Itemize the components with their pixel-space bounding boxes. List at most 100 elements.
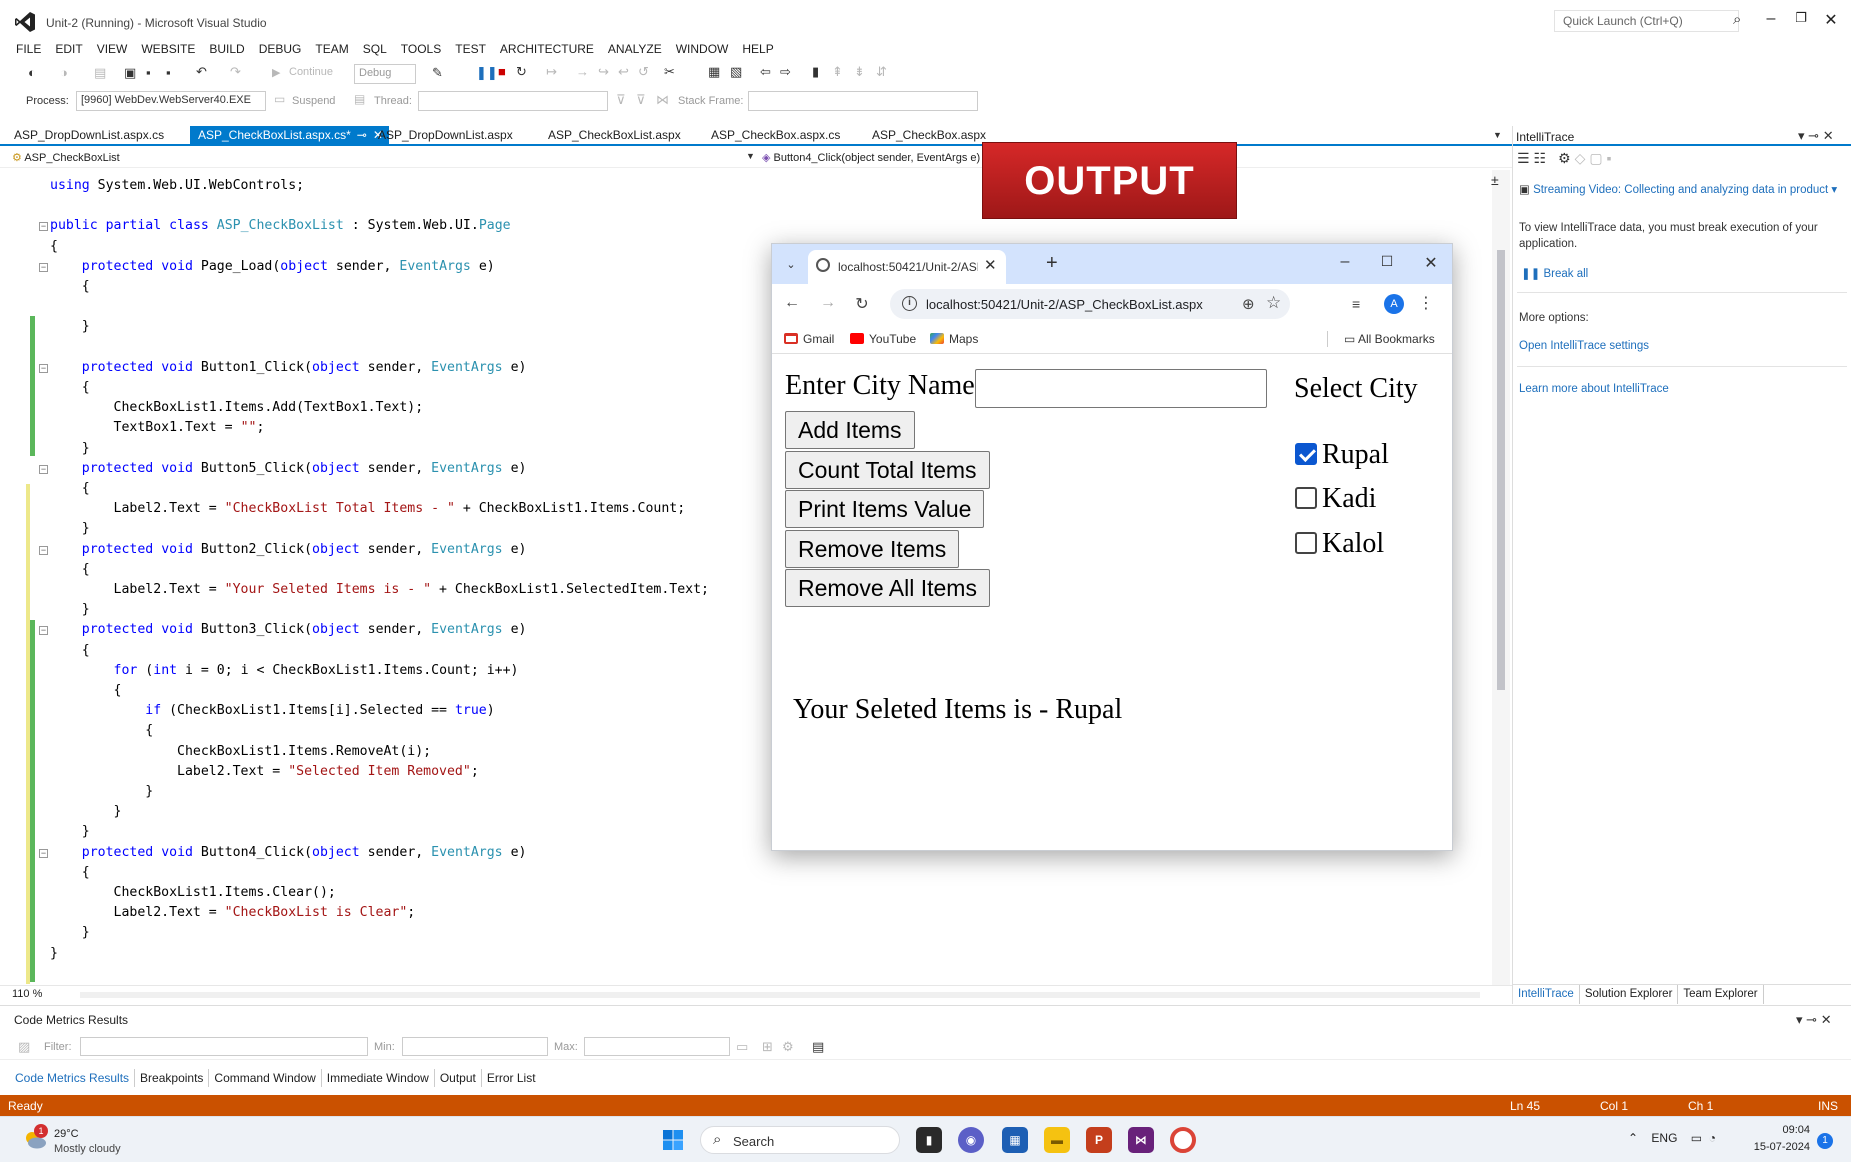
city-name-input[interactable] — [975, 369, 1267, 408]
bookmark-youtube[interactable]: YouTube — [850, 332, 916, 346]
step-out-icon[interactable]: ↩ — [618, 64, 629, 80]
tab-asp-checkbox-aspx[interactable]: ASP_CheckBox.aspx — [864, 126, 992, 145]
step-back-icon[interactable]: ↺ — [638, 64, 649, 80]
code-line[interactable]: protected void Button2_Click(object send… — [50, 542, 527, 558]
attach-icon[interactable]: ✎ — [432, 65, 443, 81]
code-line[interactable]: { — [50, 643, 90, 659]
powerpoint-icon[interactable]: P — [1086, 1127, 1112, 1153]
code-line[interactable]: if (CheckBoxList1.Items[i].Selected == t… — [50, 703, 494, 719]
list-view-icon[interactable]: ☰ — [1517, 150, 1534, 166]
clock-time[interactable]: 09:04 — [1760, 1124, 1810, 1136]
collapse-region-icon[interactable]: − — [39, 363, 48, 373]
quick-launch-input[interactable]: Quick Launch (Ctrl+Q) — [1554, 10, 1739, 32]
navigate-forward-icon[interactable]: ⇨ — [780, 64, 791, 80]
collapse-region-icon[interactable]: − — [39, 464, 48, 474]
code-line[interactable]: { — [50, 481, 90, 497]
profile-avatar[interactable]: A — [1384, 294, 1404, 314]
suspend-icon[interactable]: ▭ — [274, 92, 285, 106]
file-explorer-icon[interactable]: ▬ — [1044, 1127, 1070, 1153]
menu-team[interactable]: TEAM — [315, 40, 348, 60]
code-line[interactable]: public partial class ASP_CheckBoxList : … — [50, 218, 511, 234]
print-items-value-button[interactable]: Print Items Value — [785, 490, 985, 528]
collapse-region-icon[interactable]: − — [39, 262, 48, 272]
class-view-icon[interactable]: ▧ — [730, 64, 742, 80]
undo-icon[interactable]: ↶ — [196, 64, 207, 80]
bookmark-star-icon[interactable]: ☆ — [1266, 293, 1281, 313]
code-line[interactable]: } — [50, 521, 90, 537]
remove-items-button[interactable]: Remove Items — [785, 530, 960, 568]
tab-asp-checkbox-cs[interactable]: ASP_CheckBox.aspx.cs — [703, 126, 846, 145]
break-all-link[interactable]: ❚❚ Break all — [1521, 266, 1588, 280]
code-line[interactable]: TextBox1.Text = ""; — [50, 420, 265, 436]
chrome-taskbar-icon[interactable] — [1170, 1127, 1196, 1153]
max-input[interactable] — [584, 1037, 730, 1056]
member-combo[interactable]: ◈ Button4_Click(object sender, EventArgs… — [762, 151, 980, 164]
process-combo[interactable]: [9960] WebDev.WebServer40.EXE — [76, 91, 266, 111]
bookmark-maps[interactable]: Maps — [930, 332, 978, 346]
collapse-region-icon[interactable]: − — [39, 222, 48, 232]
code-line[interactable]: } — [50, 946, 58, 962]
thread-combo[interactable] — [418, 91, 608, 111]
menu-window[interactable]: WINDOW — [676, 40, 729, 60]
class-combo[interactable]: ⚙ ASP_CheckBoxList — [12, 151, 120, 164]
visual-studio-taskbar-icon[interactable]: ⋈ — [1128, 1127, 1154, 1153]
tab-asp-dropdownlist-aspx[interactable]: ASP_DropDownList.aspx — [370, 126, 519, 145]
close-tab-icon[interactable]: ✕ — [984, 256, 997, 274]
step-over-icon[interactable]: ↪ — [598, 64, 609, 80]
code-line[interactable]: } — [50, 824, 90, 840]
chevron-up-icon[interactable]: ⌃ — [1628, 1131, 1638, 1145]
close-icon[interactable]: ✕ — [1823, 128, 1834, 143]
add-items-button[interactable]: Add Items — [785, 411, 915, 449]
volume-icon[interactable]: ◔ — [1709, 1131, 1716, 1145]
notification-badge[interactable]: 1 — [1817, 1133, 1833, 1149]
prev-bookmark-icon[interactable]: ⇞ — [832, 64, 843, 80]
stop-debugging-icon[interactable]: ■ — [498, 64, 506, 79]
tab-intellitrace[interactable]: IntelliTrace — [1513, 985, 1580, 1004]
close-icon[interactable]: ✕ — [1820, 10, 1842, 30]
new-project-icon[interactable]: ▤ — [94, 65, 106, 81]
panel-menu-icon[interactable]: ▾ — [1796, 1012, 1803, 1027]
tab-asp-checkboxlist-cs[interactable]: ASP_CheckBoxList.aspx.cs* ⊸ ✕ — [190, 126, 389, 145]
checkbox-checked[interactable] — [1295, 443, 1317, 465]
tab-command-window[interactable]: Command Window — [209, 1069, 322, 1087]
restore-icon[interactable]: ❐ — [1790, 10, 1812, 26]
code-line[interactable]: Label2.Text = "CheckBoxList Total Items … — [50, 501, 686, 517]
code-line[interactable]: protected void Button4_Click(object send… — [50, 845, 527, 861]
code-line[interactable]: { — [50, 865, 90, 881]
more-menu-icon[interactable]: ⋮ — [1418, 293, 1434, 313]
settings-icon[interactable]: ⚙ — [1558, 150, 1575, 166]
reload-icon[interactable]: ↻ — [852, 294, 872, 314]
zoom-level-combo[interactable]: 110 % — [12, 988, 42, 1000]
tab-breakpoints[interactable]: Breakpoints — [135, 1069, 210, 1087]
tab-search-dropdown-icon[interactable]: ⌄ — [780, 254, 802, 276]
menu-build[interactable]: BUILD — [209, 40, 244, 60]
code-line[interactable]: Label2.Text = "Selected Item Removed"; — [50, 764, 479, 780]
menu-edit[interactable]: EDIT — [55, 40, 82, 60]
menu-analyze[interactable]: ANALYZE — [608, 40, 662, 60]
minimize-icon[interactable]: – — [1760, 10, 1782, 28]
site-info-icon[interactable]: i — [902, 296, 917, 311]
weather-temperature[interactable]: 29°C — [54, 1128, 79, 1140]
code-line[interactable]: } — [50, 602, 90, 618]
clear-icon[interactable]: ◇ — [1575, 150, 1590, 166]
navigate-backward-icon[interactable]: ⇦ — [760, 64, 771, 80]
menu-test[interactable]: TEST — [455, 40, 486, 60]
checkbox-unchecked[interactable] — [1295, 532, 1317, 554]
open-file-icon[interactable]: ▢ — [1589, 150, 1606, 166]
break-all-icon[interactable]: ❚❚ — [476, 65, 498, 81]
pin-icon[interactable]: ⊸ — [1808, 128, 1819, 143]
forward-arrow-icon[interactable]: → — [818, 294, 838, 312]
tree-view-icon[interactable]: ☷ — [1534, 150, 1551, 166]
forward-nav-icon[interactable]: ◑ — [60, 65, 68, 80]
count-total-items-button[interactable]: Count Total Items — [785, 451, 990, 489]
tab-immediate-window[interactable]: Immediate Window — [322, 1069, 435, 1087]
tab-team-explorer[interactable]: Team Explorer — [1678, 985, 1764, 1004]
task-view-icon[interactable]: ▮ — [916, 1127, 942, 1153]
code-line[interactable]: { — [50, 239, 58, 255]
menu-architecture[interactable]: ARCHITECTURE — [500, 40, 594, 60]
reading-list-icon[interactable]: ≡ — [1352, 296, 1360, 312]
clear-bookmarks-icon[interactable]: ⇵ — [876, 64, 887, 80]
code-line[interactable]: CheckBoxList1.Items.Clear(); — [50, 885, 336, 901]
code-line[interactable]: } — [50, 319, 90, 335]
tab-asp-dropdownlist-cs[interactable]: ASP_DropDownList.aspx.cs — [6, 126, 170, 145]
